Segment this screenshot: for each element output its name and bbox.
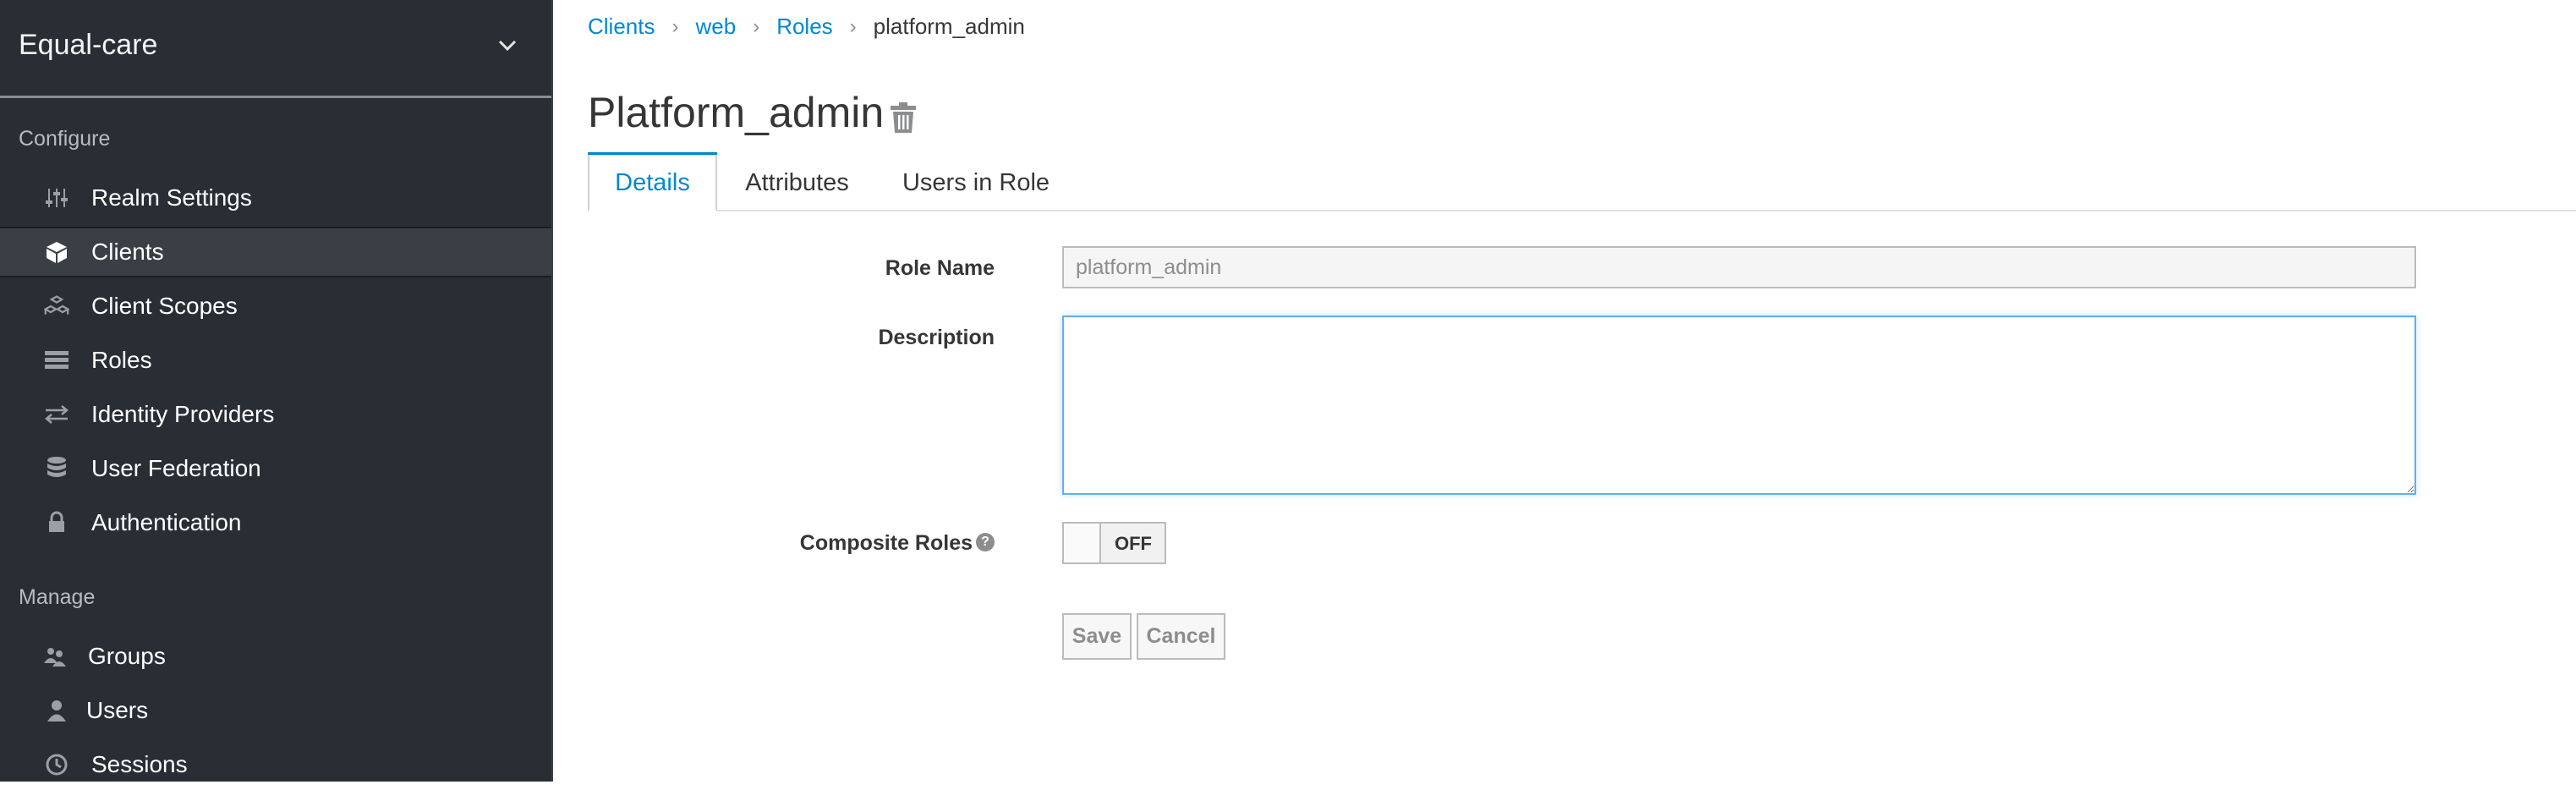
sidebar-item-user-federation[interactable]: User Federation [0, 443, 551, 494]
help-icon[interactable]: ? [976, 533, 995, 551]
breadcrumb-roles[interactable]: Roles [776, 14, 832, 40]
description-field[interactable] [1062, 315, 2416, 495]
breadcrumb-clients[interactable]: Clients [588, 14, 655, 40]
section-manage: Manage [19, 585, 96, 609]
tab-details[interactable]: Details [588, 152, 717, 211]
sidebar-item-client-scopes[interactable]: Client Scopes [0, 281, 551, 332]
chevron-right-icon: › [849, 14, 857, 38]
sidebar-item-groups[interactable]: Groups [0, 631, 551, 682]
users-icon [42, 644, 68, 669]
page-title: Platform_admin [588, 89, 885, 136]
breadcrumb-current: platform_admin [873, 14, 1025, 39]
sliders-icon [44, 185, 69, 211]
sidebar-item-realm-settings[interactable]: Realm Settings [0, 173, 551, 223]
section-configure: Configure [19, 127, 111, 151]
cube-icon [44, 239, 69, 265]
sidebar-item-sessions[interactable]: Sessions [0, 739, 551, 790]
role-name-field[interactable] [1062, 246, 2416, 288]
sidebar-item-authentication[interactable]: Authentication [0, 497, 551, 548]
sidebar-item-label: User Federation [91, 455, 261, 481]
tabs-divider [588, 210, 2576, 211]
description-label: Description [878, 326, 995, 349]
sidebar-item-label: Clients [91, 239, 164, 265]
sidebar-item-clients[interactable]: Clients [0, 227, 551, 277]
exchange-icon [44, 402, 69, 427]
sidebar-item-label: Identity Providers [91, 401, 275, 427]
tab-attributes[interactable]: Attributes [727, 154, 867, 211]
user-icon [44, 698, 69, 723]
chevron-right-icon: › [671, 14, 679, 38]
save-button[interactable]: Save [1062, 613, 1132, 660]
realm-selector[interactable]: Equal-care [0, 0, 551, 98]
database-icon [44, 456, 69, 481]
sidebar: Equal-care Configure Realm Settings Clie… [0, 0, 553, 782]
sidebar-item-label: Sessions [91, 751, 188, 777]
composite-roles-toggle[interactable]: OFF [1062, 522, 1166, 564]
cancel-button[interactable]: Cancel [1137, 613, 1225, 660]
sidebar-item-label: Realm Settings [91, 184, 252, 211]
role-name-label: Role Name [885, 256, 995, 280]
sidebar-item-label: Users [86, 697, 149, 723]
sidebar-item-identity-providers[interactable]: Identity Providers [0, 389, 551, 440]
trash-icon[interactable] [890, 101, 917, 134]
sidebar-item-users[interactable]: Users [0, 685, 551, 736]
list-icon [44, 348, 69, 373]
sidebar-item-roles[interactable]: Roles [0, 335, 551, 386]
toggle-state: OFF [1115, 533, 1152, 554]
chevron-down-icon[interactable] [496, 34, 519, 58]
sidebar-item-label: Authentication [91, 509, 242, 535]
breadcrumb: Clients › web › Roles › platform_admin [588, 14, 1025, 40]
chevron-right-icon: › [753, 14, 760, 38]
tab-users-in-role[interactable]: Users in Role [888, 154, 1064, 211]
breadcrumb-web[interactable]: web [695, 14, 736, 40]
sidebar-item-label: Client Scopes [91, 293, 238, 319]
cubes-icon [44, 294, 69, 319]
composite-roles-label: Composite Roles [799, 531, 973, 555]
sidebar-item-label: Groups [88, 643, 166, 669]
clock-icon [44, 752, 69, 777]
sidebar-item-label: Roles [91, 347, 152, 373]
lock-icon [44, 510, 69, 535]
toggle-knob [1064, 524, 1101, 562]
realm-name: Equal-care [19, 29, 158, 61]
